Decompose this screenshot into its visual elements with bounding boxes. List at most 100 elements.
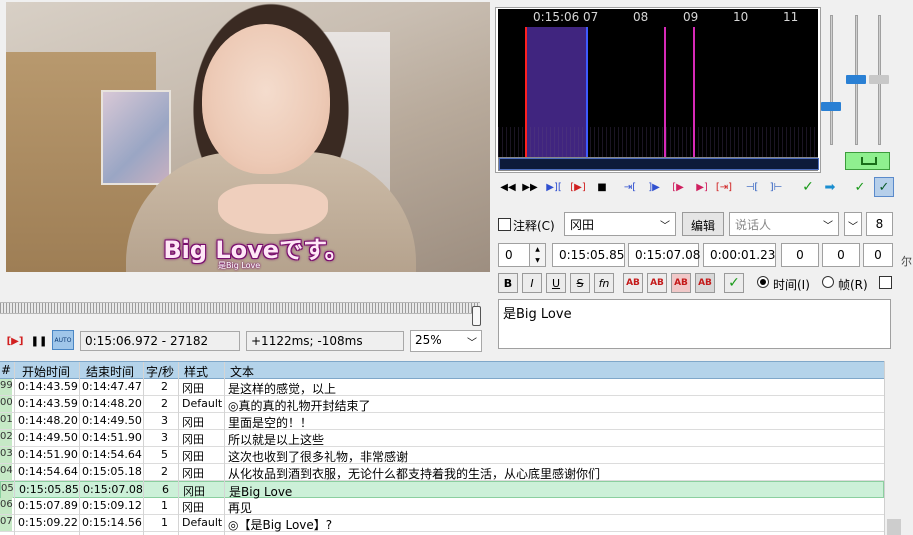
play-selection-icon[interactable]: [▶] bbox=[568, 177, 588, 197]
primary-color-button[interactable]: AB bbox=[623, 273, 643, 293]
spectrum-noise bbox=[498, 127, 818, 157]
vertical-zoom-slider[interactable] bbox=[830, 15, 833, 145]
actor-input[interactable]: 说话人 ﹀ bbox=[729, 212, 839, 236]
video-zoom-select[interactable]: 25% ﹀ bbox=[410, 330, 482, 352]
play-selection-button[interactable]: [▶] bbox=[6, 332, 24, 350]
italic-button[interactable]: I bbox=[522, 273, 542, 293]
start-time-field[interactable]: 0:15:05.85 bbox=[552, 243, 625, 267]
cell-cps: 1 bbox=[161, 516, 168, 529]
table-row[interactable]: 03 0:14:51.90 0:14:54.64 5 冈田 这次也收到了很多礼物，非常感谢 bbox=[0, 447, 884, 464]
play-start-icon[interactable]: ]▶ bbox=[644, 177, 664, 197]
cell-style: 冈田 bbox=[182, 433, 204, 446]
play-before-icon[interactable]: ▶][ bbox=[544, 177, 564, 197]
table-row[interactable]: 06 0:15:07.89 0:15:09.12 1 冈田 再见 bbox=[0, 498, 884, 515]
link-sliders-button[interactable] bbox=[845, 152, 890, 170]
video-auto-scroll-button[interactable]: AUTO bbox=[52, 330, 74, 350]
secondary-color-button[interactable]: AB bbox=[647, 273, 667, 293]
cell-cps: 6 bbox=[162, 483, 169, 496]
cell-end: 0:14:54.64 bbox=[82, 448, 142, 461]
audio-scrollbar[interactable] bbox=[498, 157, 819, 171]
go-next-icon[interactable]: ➡ bbox=[820, 177, 840, 197]
option-checkbox[interactable] bbox=[879, 276, 892, 289]
effect-dropdown[interactable]: ﹀ bbox=[844, 212, 862, 236]
time-label: 09 bbox=[683, 10, 699, 24]
play-to-end-icon[interactable]: [⇥] bbox=[714, 177, 734, 197]
lead-in-icon[interactable]: ⊣[ bbox=[742, 177, 762, 197]
grid-scrollbar-thumb[interactable] bbox=[887, 519, 901, 535]
cell-text: 是这样的感觉，以上 bbox=[228, 382, 337, 396]
header-style[interactable]: 样式 bbox=[184, 363, 208, 380]
audio-scrollbar-thumb[interactable] bbox=[499, 158, 819, 170]
table-row[interactable]: 01 0:14:48.20 0:14:49.50 3 冈田 里面是空的！！ bbox=[0, 413, 884, 430]
table-row[interactable]: 07 0:15:09.22 0:15:14.56 1 Default ◎【是Big Lov… bbox=[0, 515, 884, 532]
table-row[interactable]: 00 0:14:43.59 0:14:48.20 2 Default ◎真的真的礼物开封结… bbox=[0, 396, 884, 413]
layer-spinner[interactable]: ▲ ▼ bbox=[529, 243, 546, 267]
cell-style: Default bbox=[182, 397, 223, 410]
end-time-field[interactable]: 0:15:07.08 bbox=[628, 243, 700, 267]
underline-button[interactable]: U bbox=[546, 273, 566, 293]
next-line-icon[interactable]: ▶▶ bbox=[520, 177, 540, 197]
selection-start-marker[interactable] bbox=[525, 27, 527, 157]
strikeout-button[interactable]: S bbox=[570, 273, 590, 293]
edit-style-button[interactable]: 编辑 bbox=[682, 212, 724, 236]
header-start[interactable]: 开始时间 bbox=[22, 363, 70, 380]
shadow-color-button[interactable]: AB bbox=[695, 273, 715, 293]
header-end[interactable]: 结束时间 bbox=[86, 363, 134, 380]
pause-button[interactable]: ❚❚ bbox=[31, 332, 48, 350]
video-offset: +1122ms; -108ms bbox=[246, 331, 404, 351]
video-timecode[interactable]: 0:15:06.972 - 27182 bbox=[80, 331, 240, 351]
outline-color-button[interactable]: AB bbox=[671, 273, 691, 293]
table-row[interactable]: 02 0:14:49.50 0:14:51.90 3 冈田 所以就是以上这些 bbox=[0, 430, 884, 447]
duration-field[interactable]: 0:00:01.23 bbox=[703, 243, 776, 267]
cell-num: 02 bbox=[0, 430, 13, 446]
header-cps[interactable]: 字/秒 bbox=[146, 363, 174, 380]
font-button[interactable]: fn bbox=[594, 273, 614, 293]
margin-right-field[interactable]: 0 bbox=[822, 243, 860, 267]
commit-check-icon[interactable]: ✓ bbox=[798, 177, 818, 197]
frame-radio[interactable] bbox=[822, 276, 834, 288]
cell-start: 0:14:49.50 bbox=[18, 431, 78, 444]
play-end-icon[interactable]: [▶ bbox=[668, 177, 688, 197]
table-row[interactable]: 99 0:14:43.59 0:14:47.47 2 冈田 是这样的感觉，以上 bbox=[0, 379, 884, 396]
bold-button[interactable]: B bbox=[498, 273, 518, 293]
video-display[interactable]: Big Loveです。 是Big Love bbox=[6, 2, 490, 272]
margin-vertical-field[interactable]: 0 bbox=[863, 243, 893, 267]
cell-style: 冈田 bbox=[183, 485, 205, 498]
time-radio[interactable] bbox=[757, 276, 769, 288]
cell-cps: 2 bbox=[161, 465, 168, 478]
subtitle-text-editor[interactable]: 是Big Love bbox=[498, 299, 891, 349]
audio-waveform[interactable]: 0:15:06 07 08 09 10 11 bbox=[498, 9, 818, 157]
chevron-down-icon: ﹀ bbox=[823, 221, 833, 232]
vertical-zoom-knob[interactable] bbox=[821, 102, 841, 111]
cell-style: 冈田 bbox=[182, 501, 204, 514]
table-row[interactable]: 04 0:14:54.64 0:15:05.18 2 冈田 从化妆品到酒到衣服，无论什么都… bbox=[0, 464, 884, 481]
lead-out-icon[interactable]: ]⊢ bbox=[766, 177, 786, 197]
stop-icon[interactable]: ■ bbox=[592, 177, 612, 197]
margin-left-field[interactable]: 0 bbox=[781, 243, 819, 267]
previous-line-icon[interactable]: ◀◀ bbox=[498, 177, 518, 197]
subtitle-boundary-marker bbox=[664, 27, 666, 157]
video-seek-thumb[interactable] bbox=[472, 306, 481, 326]
header-num[interactable]: # bbox=[1, 363, 11, 377]
selection-end-marker[interactable] bbox=[586, 27, 588, 157]
auto-commit-icon[interactable]: ✓ bbox=[850, 177, 870, 197]
style-select[interactable]: 冈田 ﹀ bbox=[564, 212, 676, 236]
layer-number-field[interactable]: 0 bbox=[498, 243, 530, 267]
cell-num: 07 bbox=[0, 515, 13, 531]
grid-scrollbar[interactable] bbox=[884, 361, 913, 535]
auto-next-icon[interactable]: ✓ bbox=[874, 177, 894, 197]
cell-num: 03 bbox=[0, 447, 13, 463]
horizontal-zoom-knob[interactable] bbox=[869, 75, 889, 84]
subtitle-grid[interactable]: # 开始时间 结束时间 字/秒 样式 文本 99 0:14:43.59 0:14:4… bbox=[0, 361, 884, 535]
play-after-icon[interactable]: ▶] bbox=[692, 177, 712, 197]
cell-num: 05 bbox=[1, 482, 14, 498]
comment-checkbox[interactable] bbox=[498, 218, 511, 231]
cell-text: 所以就是以上这些 bbox=[228, 433, 325, 447]
commit-button[interactable]: ✓ bbox=[724, 273, 744, 293]
play-start-500-icon[interactable]: ⇥[ bbox=[620, 177, 640, 197]
header-text[interactable]: 文本 bbox=[230, 363, 254, 380]
layer-field[interactable]: 8 bbox=[866, 212, 893, 236]
table-row[interactable]: 05 0:15:05.85 0:15:07.08 6 冈田 是Big Love bbox=[0, 481, 884, 499]
video-seek-bar[interactable] bbox=[0, 302, 480, 314]
volume-knob[interactable] bbox=[846, 75, 866, 84]
